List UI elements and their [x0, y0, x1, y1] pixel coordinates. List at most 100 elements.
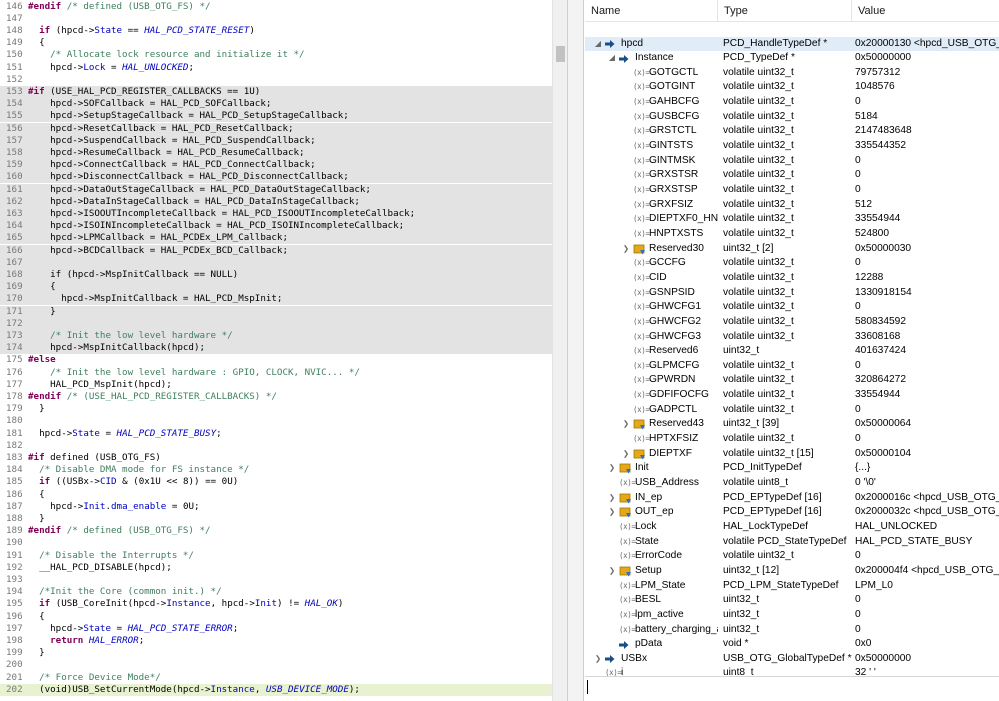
- code-line[interactable]: 196 {: [0, 611, 552, 623]
- code-line[interactable]: 169 {: [0, 281, 552, 294]
- variable-row[interactable]: (x)= Reserved6 uint32_t 401637424: [585, 344, 999, 359]
- code-line[interactable]: 161 hpcd->DataOutStageCallback = HAL_PCD…: [0, 183, 552, 196]
- code-line[interactable]: 192 __HAL_PCD_DISABLE(hpcd);: [0, 562, 552, 574]
- variable-value[interactable]: 0: [854, 300, 999, 315]
- code-line[interactable]: 191 /* Disable the Interrupts */: [0, 550, 552, 562]
- variable-row[interactable]: (x)= HPTXFSIZ volatile uint32_t 0: [585, 432, 999, 447]
- code-line[interactable]: 173 /* Init the low level hardware */: [0, 329, 552, 343]
- variable-value[interactable]: HAL_PCD_STATE_BUSY: [854, 535, 999, 550]
- variable-value[interactable]: LPM_L0: [854, 579, 999, 594]
- code-line[interactable]: 177 HAL_PCD_MspInit(hpcd);: [0, 379, 552, 391]
- variable-row[interactable]: ❯ IN_ep PCD_EPTypeDef [16] 0x2000016c <hpcd…: [585, 491, 999, 506]
- variable-row[interactable]: (x)=DIEPTXF0_HNPTXFSIZ volatile uint32_t 3…: [585, 212, 999, 227]
- variable-row[interactable]: (x)= GAHBCFG volatile uint32_t 0: [585, 95, 999, 110]
- code-line[interactable]: 174 hpcd->MspInitCallback(hpcd);: [0, 342, 552, 355]
- code-line[interactable]: 176 /* Init the low level hardware : GPI…: [0, 367, 552, 379]
- variable-value[interactable]: 0x50000030: [854, 242, 999, 257]
- column-header-value[interactable]: Value: [852, 0, 999, 22]
- variable-value[interactable]: 0: [854, 168, 999, 183]
- variable-value[interactable]: 12288: [854, 271, 999, 286]
- variable-row[interactable]: (x)= LPM_State PCD_LPM_StateTypeDef LPM_L0: [585, 579, 999, 594]
- code-line[interactable]: 197 hpcd->State = HAL_PCD_STATE_ERROR;: [0, 623, 552, 635]
- code-line[interactable]: 190: [0, 537, 552, 549]
- variable-row[interactable]: ◢ Instance PCD_TypeDef * 0x50000000: [585, 51, 999, 66]
- code-line[interactable]: 186 {: [0, 489, 552, 501]
- code-line[interactable]: 164 hpcd->ISOINIncompleteCallback = HAL_…: [0, 220, 552, 233]
- variable-row[interactable]: (x)= GSNPSID volatile uint32_t 1330918154: [585, 286, 999, 301]
- variable-value[interactable]: {...}: [854, 461, 999, 476]
- variable-row[interactable]: (x)= USB_Address volatile uint8_t 0 '\0': [585, 476, 999, 491]
- editor-scrollbar-thumb[interactable]: [556, 46, 565, 62]
- variable-row[interactable]: ❯ Reserved43 uint32_t [39] 0x50000064: [585, 417, 999, 432]
- variable-row[interactable]: (x)= GHWCFG3 volatile uint32_t 33608168: [585, 330, 999, 345]
- variable-row[interactable]: ◢ hpcd PCD_HandleTypeDef * 0x20000130 <hpcd…: [585, 36, 999, 52]
- variable-row[interactable]: (x)= ErrorCode volatile uint32_t 0: [585, 549, 999, 564]
- code-line[interactable]: 201 /* Force Device Mode*/: [0, 672, 552, 684]
- variable-value[interactable]: 0: [854, 183, 999, 198]
- code-line[interactable]: 175 #else: [0, 354, 552, 366]
- variable-value[interactable]: 0x50000104: [854, 447, 999, 462]
- expand-toggle-icon[interactable]: ❯: [621, 447, 631, 462]
- code-line[interactable]: 198 return HAL_ERROR;: [0, 635, 552, 647]
- expand-toggle-icon[interactable]: ❯: [593, 652, 603, 667]
- collapse-toggle-icon[interactable]: ◢: [607, 51, 617, 66]
- variable-value[interactable]: 5184: [854, 110, 999, 125]
- column-header-name[interactable]: Name: [585, 0, 718, 22]
- code-line[interactable]: 156 hpcd->ResetCallback = HAL_PCD_ResetC…: [0, 122, 552, 135]
- code-line[interactable]: 162 hpcd->DataInStageCallback = HAL_PCD_…: [0, 195, 552, 208]
- variable-value[interactable]: 0: [854, 403, 999, 418]
- code-line[interactable]: 182: [0, 440, 552, 452]
- expand-toggle-icon[interactable]: ❯: [607, 461, 617, 476]
- variable-value[interactable]: 79757312: [854, 66, 999, 81]
- variable-row[interactable]: (x)= GRXFSIZ volatile uint32_t 512: [585, 198, 999, 213]
- code-line[interactable]: 150 /* Allocate lock resource and initia…: [0, 49, 552, 61]
- column-header-type[interactable]: Type: [718, 0, 852, 22]
- variable-value[interactable]: 0x2000016c <hpcd_USB_OTG_FS+60>: [854, 491, 999, 506]
- code-line[interactable]: 183 #if defined (USB_OTG_FS): [0, 452, 552, 464]
- code-line[interactable]: 155 hpcd->SetupStageCallback = HAL_PCD_S…: [0, 110, 552, 123]
- expand-toggle-icon[interactable]: ❯: [621, 242, 631, 257]
- code-line[interactable]: 168 if (hpcd->MspInitCallback == NULL): [0, 268, 552, 282]
- variable-value[interactable]: 0: [854, 154, 999, 169]
- code-line[interactable]: 165 hpcd->LPMCallback = HAL_PCDEx_LPM_Ca…: [0, 232, 552, 245]
- variable-row[interactable]: (x)= Lock HAL_LockTypeDef HAL_UNLOCKED: [585, 520, 999, 535]
- variable-row[interactable]: (x)= GINTSTS volatile uint32_t 335544352: [585, 139, 999, 154]
- variable-row[interactable]: (x)= BESL uint32_t 0: [585, 593, 999, 608]
- variable-value[interactable]: 0: [854, 432, 999, 447]
- variable-value[interactable]: 580834592: [854, 315, 999, 330]
- variable-value[interactable]: 0x200004f4 <hpcd_USB_OTG_FS+964>: [854, 564, 999, 579]
- variable-value[interactable]: 0x50000000: [854, 652, 999, 667]
- variable-value[interactable]: 0x0: [854, 637, 999, 652]
- code-line[interactable]: 158 hpcd->ResumeCallback = HAL_PCD_Resum…: [0, 146, 552, 160]
- code-line[interactable]: 199 }: [0, 647, 552, 659]
- code-line[interactable]: 179 }: [0, 403, 552, 415]
- variable-row[interactable]: (x)= GOTGINT volatile uint32_t 1048576: [585, 80, 999, 95]
- variable-value[interactable]: 0: [854, 359, 999, 374]
- variable-value[interactable]: 0: [854, 608, 999, 623]
- variable-row[interactable]: ❯ Init PCD_InitTypeDef {...}: [585, 461, 999, 476]
- details-pane[interactable]: [585, 677, 999, 701]
- expand-toggle-icon[interactable]: ❯: [607, 505, 617, 520]
- variable-value[interactable]: 33554944: [854, 212, 999, 227]
- code-line[interactable]: 195 if (USB_CoreInit(hpcd->Instance, hpc…: [0, 598, 552, 610]
- code-line[interactable]: 149 {: [0, 37, 552, 49]
- view-separator[interactable]: [567, 0, 584, 701]
- variable-value[interactable]: 524800: [854, 227, 999, 242]
- variable-row[interactable]: (x)= GRSTCTL volatile uint32_t 2147483648: [585, 124, 999, 139]
- code-line[interactable]: 159 hpcd->ConnectCallback = HAL_PCD_Conn…: [0, 159, 552, 172]
- code-line[interactable]: 178 #endif /* (USE_HAL_PCD_REGISTER_CALLB…: [0, 391, 552, 403]
- variable-row[interactable]: ❯ DIEPTXF volatile uint32_t [15] 0x50000104: [585, 447, 999, 462]
- code-line[interactable]: 163 hpcd->ISOOUTIncompleteCallback = HAL…: [0, 207, 552, 221]
- variable-row[interactable]: (x)= CID volatile uint32_t 12288: [585, 271, 999, 286]
- variable-value[interactable]: 0 '\0': [854, 476, 999, 491]
- variable-row[interactable]: (x)= GHWCFG2 volatile uint32_t 580834592: [585, 315, 999, 330]
- code-line[interactable]: 160 hpcd->DisconnectCallback = HAL_PCD_D…: [0, 171, 552, 184]
- code-line[interactable]: 188 }: [0, 513, 552, 525]
- variables-view[interactable]: Name Type Value ◢ hpcd PCD_HandleTypeDef *…: [585, 0, 999, 701]
- variable-value[interactable]: 0x2000032c <hpcd_USB_OTG_FS+508>: [854, 505, 999, 520]
- variable-row[interactable]: (x)= lpm_active uint32_t 0: [585, 608, 999, 623]
- code-editor[interactable]: 146 #endif /* defined (USB_OTG_FS) */147 1…: [0, 0, 567, 701]
- variable-value[interactable]: 335544352: [854, 139, 999, 154]
- variable-value[interactable]: 2147483648: [854, 124, 999, 139]
- variable-row[interactable]: (x)= State volatile PCD_StateTypeDef HAL_PC…: [585, 535, 999, 550]
